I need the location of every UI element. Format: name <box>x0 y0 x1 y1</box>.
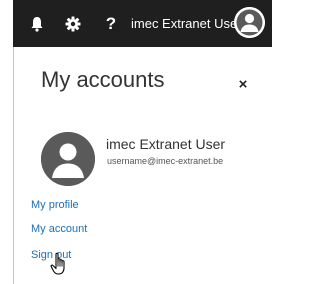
gear-icon[interactable] <box>56 0 90 47</box>
avatar-icon[interactable] <box>234 7 265 38</box>
bell-icon[interactable] <box>20 0 54 47</box>
close-button[interactable]: × <box>236 76 250 93</box>
topbar-user-name[interactable]: imec Extranet User <box>131 0 242 47</box>
my-account-link[interactable]: My account <box>31 223 87 235</box>
help-button[interactable]: ? <box>94 0 128 47</box>
accounts-panel: My accounts × imec Extranet User usernam… <box>13 47 272 284</box>
user-avatar-icon <box>41 132 95 186</box>
user-name: imec Extranet User <box>106 136 226 152</box>
top-bar: ? imec Extranet User <box>0 0 272 47</box>
hand-cursor-icon <box>50 252 70 276</box>
user-email: username@imec-extranet.be <box>107 156 224 166</box>
panel-title: My accounts <box>41 67 165 92</box>
topbar-user-name-label: imec Extranet User <box>131 16 242 31</box>
help-label: ? <box>105 13 117 33</box>
my-profile-link[interactable]: My profile <box>31 199 79 211</box>
